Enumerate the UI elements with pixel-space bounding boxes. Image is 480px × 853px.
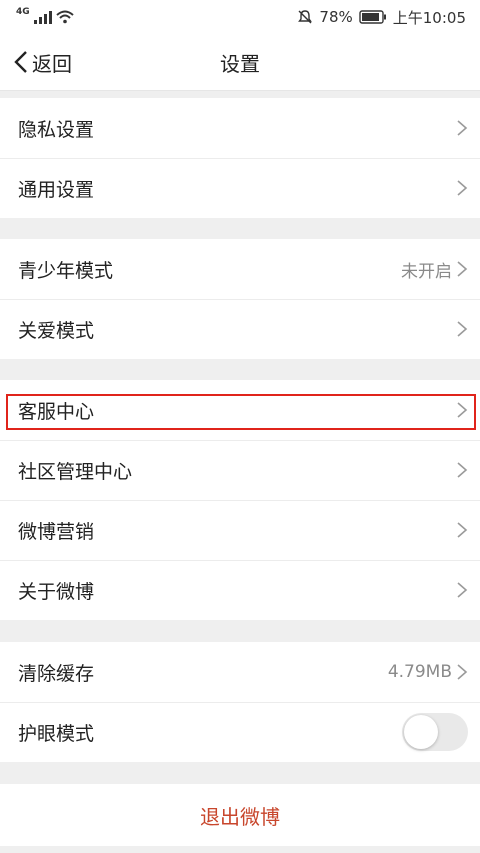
status-time: 上午10:05 (392, 8, 466, 27)
settings-item-label: 护眼模式 (18, 722, 95, 745)
settings-item-label: 隐私设置 (18, 118, 95, 141)
status-left: 4G (0, 7, 74, 24)
settings-item-label: 关于微博 (18, 580, 95, 603)
settings-item-label: 微博营销 (18, 520, 95, 543)
logout-button[interactable]: 退出微博 (0, 784, 480, 846)
toggle-knob (404, 715, 438, 749)
settings-item-care-mode[interactable]: 关爱模式 (0, 299, 480, 359)
settings-item-general[interactable]: 通用设置 (0, 158, 480, 218)
chevron-right-icon (457, 261, 468, 277)
status-right: 78% 上午10:05 (297, 7, 480, 28)
settings-item-customer-service[interactable]: 客服中心 (0, 380, 480, 440)
chevron-right-icon (457, 522, 468, 538)
settings-item-clear-cache[interactable]: 清除缓存 4.79MB (0, 642, 480, 702)
chevron-right-icon (457, 462, 468, 478)
settings-item-eye-protection: 护眼模式 (0, 702, 480, 762)
settings-item-label: 客服中心 (18, 400, 95, 423)
network-type: 4G (16, 7, 30, 17)
chevron-right-icon (457, 321, 468, 337)
settings-group-4: 清除缓存 4.79MB 护眼模式 (0, 642, 480, 762)
nav-bar: 返回 设置 (0, 34, 480, 91)
cache-size: 4.79MB (387, 662, 452, 682)
teen-mode-status: 未开启 (401, 261, 452, 282)
settings-item-label: 通用设置 (18, 178, 95, 201)
battery-icon (359, 10, 386, 24)
wifi-icon (55, 10, 74, 24)
settings-item-label: 青少年模式 (18, 259, 114, 282)
settings-item-label: 社区管理中心 (18, 460, 133, 483)
battery-percent: 78% (319, 8, 353, 26)
settings-item-community-management[interactable]: 社区管理中心 (0, 440, 480, 500)
settings-group-2: 青少年模式 未开启 关爱模式 (0, 239, 480, 359)
mute-bell-icon (298, 10, 313, 24)
settings-item-label: 清除缓存 (18, 662, 95, 685)
chevron-right-icon (457, 664, 468, 680)
chevron-right-icon (457, 402, 468, 418)
chevron-right-icon (457, 180, 468, 196)
signal-icon (33, 10, 52, 24)
chevron-right-icon (457, 120, 468, 136)
settings-item-label: 关爱模式 (18, 319, 95, 342)
settings-item-about-weibo[interactable]: 关于微博 (0, 560, 480, 620)
page-title: 设置 (220, 52, 260, 76)
settings-item-right: 4.79MB (388, 662, 468, 682)
settings-item-privacy[interactable]: 隐私设置 (0, 98, 480, 158)
settings-group-3: 客服中心 社区管理中心 微博营销 关于微博 (0, 380, 480, 620)
eye-protection-toggle[interactable] (402, 713, 468, 751)
settings-item-weibo-marketing[interactable]: 微博营销 (0, 500, 480, 560)
settings-item-teen-mode[interactable]: 青少年模式 未开启 (0, 239, 480, 299)
chevron-right-icon (457, 582, 468, 598)
status-bar: 4G 78% 上午10:05 (0, 0, 480, 34)
settings-group-1: 隐私设置 通用设置 (0, 98, 480, 218)
settings-item-right: 未开启 (401, 257, 468, 282)
